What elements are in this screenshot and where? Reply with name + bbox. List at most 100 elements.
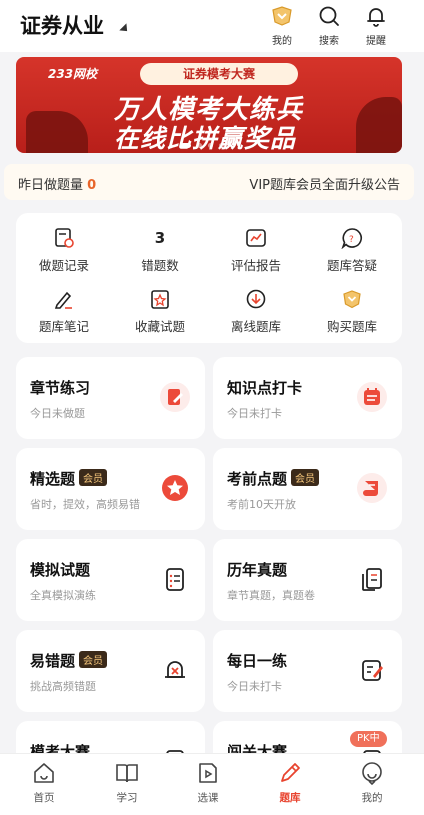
- card-title: 章节练习: [30, 379, 91, 397]
- report-icon: [246, 229, 266, 247]
- tab-profile[interactable]: 我的: [342, 760, 402, 805]
- card-subtitle: 考前10天开放: [227, 498, 296, 511]
- card-knowledge-checkin[interactable]: 知识点打卡 今日未打卡: [213, 357, 402, 439]
- card-mock-exam[interactable]: 模拟试题 全真模拟演练: [16, 539, 205, 621]
- list-icon: [166, 568, 184, 591]
- tool-label: 收藏试题: [134, 319, 185, 334]
- vip-upgrade-notice-link[interactable]: VIP题库会员全面升级公告: [249, 174, 400, 193]
- wrong-count-value: 3: [154, 229, 166, 247]
- tool-label: 题库笔记: [38, 319, 89, 334]
- tab-home[interactable]: 首页: [14, 760, 74, 805]
- svg-text:?: ?: [349, 235, 354, 245]
- tools-grid: 做题记录 3 错题数 评估报告 ? 题库答疑 题库笔记 收藏试题 离线题库 购买…: [16, 213, 402, 343]
- banner-dot: [208, 143, 213, 148]
- banner-dot: [181, 143, 191, 148]
- card-subtitle: 今日未打卡: [227, 407, 282, 420]
- tool-question-answer[interactable]: ? 题库答疑: [304, 227, 400, 274]
- tool-offline-bank[interactable]: 离线题库: [208, 288, 304, 335]
- tool-label: 做题记录: [38, 258, 89, 273]
- tool-label: 题库答疑: [326, 258, 377, 273]
- favorite-icon: [151, 290, 169, 309]
- card-title-text: 考前点题: [227, 470, 288, 488]
- card-title: 每日一练: [227, 652, 288, 670]
- download-icon: [246, 289, 266, 309]
- banner-decoration-left: [26, 111, 88, 153]
- book-icon: [116, 764, 138, 783]
- card-subtitle: 今日未打卡: [227, 680, 282, 693]
- tool-notes[interactable]: 题库笔记: [16, 288, 112, 335]
- tab-study[interactable]: 学习: [97, 760, 157, 805]
- banner-pill-title: 证券模考大赛: [140, 63, 298, 85]
- pk-status-badge: PK中: [350, 731, 387, 747]
- tab-question-bank[interactable]: 题库: [260, 760, 320, 805]
- card-title-text: 易错题: [30, 652, 76, 670]
- yesterday-count: 昨日做题量 0: [18, 174, 96, 193]
- card-chapter-practice[interactable]: 章节练习 今日未做题: [16, 357, 205, 439]
- category-dropdown-caret-icon[interactable]: [119, 23, 131, 35]
- card-subtitle: 今日未做题: [30, 407, 85, 420]
- reminder-button[interactable]: 提醒: [356, 4, 396, 47]
- tab-label: 我的: [361, 792, 383, 804]
- card-pre-exam-tips[interactable]: 考前点题 会员 考前10天开放: [213, 448, 402, 530]
- tool-label: 离线题库: [230, 319, 281, 334]
- exam-category-title[interactable]: 证券从业: [20, 10, 104, 40]
- tab-label: 题库: [279, 792, 301, 804]
- card-error-prone[interactable]: 易错题 会员 挑战高频错题: [16, 630, 205, 712]
- card-title: 易错题 会员: [30, 650, 108, 671]
- bell-icon: [367, 8, 385, 27]
- tool-label: 错题数: [141, 258, 179, 273]
- card-title-text: 精选题: [30, 470, 76, 488]
- record-icon: [55, 228, 74, 248]
- search-button[interactable]: 搜索: [309, 4, 349, 47]
- tool-wrong-count[interactable]: 3 错题数: [112, 227, 208, 274]
- tool-label: 购买题库: [326, 319, 377, 334]
- yesterday-count-label: 昨日做题量: [18, 178, 84, 193]
- card-title: 知识点打卡: [227, 379, 303, 397]
- my-badge-button[interactable]: 我的: [262, 4, 302, 47]
- alarm-icon: [165, 661, 185, 678]
- tool-buy-bank[interactable]: 购买题库: [304, 288, 400, 335]
- scroll-icon: [357, 473, 387, 503]
- my-badge-icon: [272, 6, 292, 26]
- card-title: 考前点题 会员: [227, 468, 320, 489]
- profile-icon: [362, 762, 382, 786]
- home-icon: [34, 763, 54, 783]
- pen-icon: [281, 763, 300, 782]
- yesterday-count-value: 0: [87, 178, 97, 193]
- search-label: 搜索: [319, 36, 339, 47]
- star-icon: [162, 475, 188, 501]
- bottom-tab-bar: 首页 学习 选课 题库 我的: [0, 753, 424, 815]
- my-badge-label: 我的: [272, 36, 292, 47]
- banner-decoration-right: [356, 97, 402, 153]
- calendar-icon: [357, 382, 387, 412]
- card-selected-questions[interactable]: 精选题 会员 省时，提效，高频易错: [16, 448, 205, 530]
- reminder-label: 提醒: [366, 36, 386, 47]
- tab-label: 学习: [116, 792, 138, 804]
- card-subtitle: 章节真题，真题卷: [227, 589, 315, 602]
- banner-dot: [197, 143, 202, 148]
- course-icon: [199, 763, 217, 783]
- tool-assessment-report[interactable]: 评估报告: [208, 227, 304, 274]
- card-subtitle: 省时，提效，高频易错: [30, 498, 140, 511]
- note-icon: [54, 291, 72, 309]
- promo-banner[interactable]: 233网校 证券模考大赛 万人模考大练兵 在线比拼赢奖品: [16, 57, 402, 153]
- card-past-exams[interactable]: 历年真题 章节真题，真题卷: [213, 539, 402, 621]
- tool-practice-record[interactable]: 做题记录: [16, 227, 112, 274]
- vip-badge: 会员: [291, 469, 320, 486]
- banner-dot: [219, 143, 224, 148]
- card-subtitle: 全真模拟演练: [30, 589, 96, 602]
- tool-label: 评估报告: [230, 258, 281, 273]
- card-subtitle: 挑战高频错题: [30, 680, 96, 693]
- card-title: 历年真题: [227, 561, 288, 579]
- tool-favorites[interactable]: 收藏试题: [112, 288, 208, 335]
- card-daily-practice[interactable]: 每日一练 今日未打卡: [213, 630, 402, 712]
- edit-icon: [362, 660, 383, 681]
- banner-pagination: [181, 143, 224, 148]
- card-title: 模拟试题: [30, 561, 91, 579]
- tab-courses[interactable]: 选课: [178, 760, 238, 805]
- notice-bar: 昨日做题量 0 VIP题库会员全面升级公告: [4, 164, 414, 200]
- vip-badge: 会员: [79, 469, 108, 486]
- vip-badge: 会员: [79, 651, 108, 668]
- tab-label: 首页: [33, 792, 55, 804]
- qa-icon: ?: [341, 228, 363, 249]
